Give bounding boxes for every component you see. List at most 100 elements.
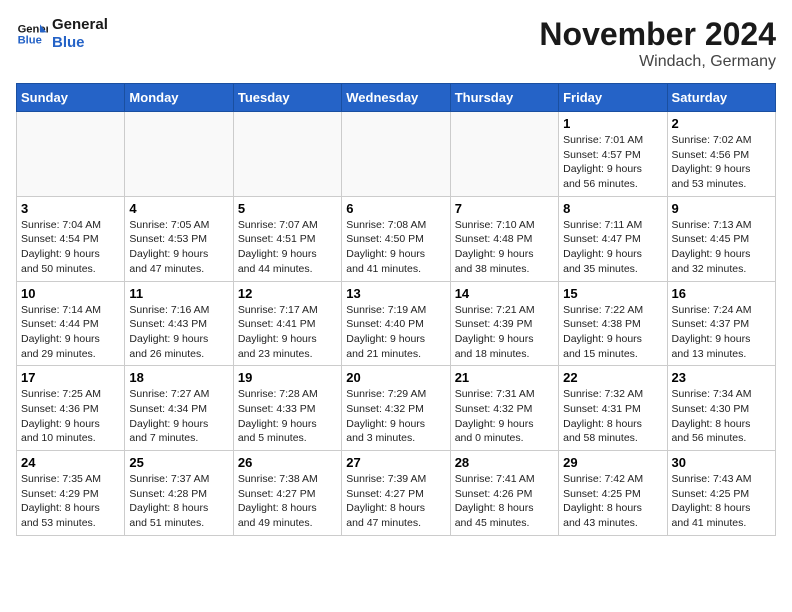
weekday-header-wednesday: Wednesday xyxy=(342,84,450,112)
svg-text:Blue: Blue xyxy=(18,35,42,47)
calendar-week-row: 3 Sunrise: 7:04 AM Sunset: 4:54 PM Daylig… xyxy=(17,196,776,281)
calendar-day-cell: 29Sunrise: 7:42 AM Sunset: 4:25 PM Dayli… xyxy=(559,451,667,536)
weekday-header-monday: Monday xyxy=(125,84,233,112)
day-number: 18 xyxy=(129,370,228,385)
header: General Blue General Blue November 2024 … xyxy=(16,16,776,71)
day-info: Sunrise: 7:05 AM Sunset: 4:53 PM Dayligh… xyxy=(129,218,228,277)
calendar-day-cell: 22Sunrise: 7:32 AM Sunset: 4:31 PM Dayli… xyxy=(559,366,667,451)
calendar-day-cell xyxy=(450,112,558,197)
day-number: 11 xyxy=(129,286,228,301)
calendar-day-cell: 1Sunrise: 7:01 AM Sunset: 4:57 PM Daylig… xyxy=(559,112,667,197)
calendar-day-cell: 14 Sunrise: 7:21 AM Sunset: 4:39 PM Dayli… xyxy=(450,281,558,366)
calendar-day-cell: 20 Sunrise: 7:29 AM Sunset: 4:32 PM Dayli… xyxy=(342,366,450,451)
location: Windach, Germany xyxy=(539,53,776,71)
day-info: Sunrise: 7:37 AM Sunset: 4:28 PM Dayligh… xyxy=(129,472,228,531)
day-number: 28 xyxy=(455,455,554,470)
day-info: Sunrise: 7:17 AM Sunset: 4:41 PM Dayligh… xyxy=(238,303,337,362)
day-number: 14 xyxy=(455,286,554,301)
day-info: Sunrise: 7:43 AM Sunset: 4:25 PM Dayligh… xyxy=(672,472,771,531)
month-title: November 2024 xyxy=(539,16,776,53)
day-info: Sunrise: 7:11 AM Sunset: 4:47 PM Dayligh… xyxy=(563,218,662,277)
day-info: Sunrise: 7:38 AM Sunset: 4:27 PM Dayligh… xyxy=(238,472,337,531)
calendar-day-cell: 6 Sunrise: 7:08 AM Sunset: 4:50 PM Daylig… xyxy=(342,196,450,281)
day-number: 15 xyxy=(563,286,662,301)
calendar-week-row: 10 Sunrise: 7:14 AM Sunset: 4:44 PM Dayli… xyxy=(17,281,776,366)
day-number: 6 xyxy=(346,201,445,216)
day-info: Sunrise: 7:25 AM Sunset: 4:36 PM Dayligh… xyxy=(21,387,120,446)
day-number: 2 xyxy=(672,116,771,131)
day-info: Sunrise: 7:28 AM Sunset: 4:33 PM Dayligh… xyxy=(238,387,337,446)
weekday-header-tuesday: Tuesday xyxy=(233,84,341,112)
day-number: 10 xyxy=(21,286,120,301)
calendar-day-cell: 24Sunrise: 7:35 AM Sunset: 4:29 PM Dayli… xyxy=(17,451,125,536)
weekday-header-row: SundayMondayTuesdayWednesdayThursdayFrid… xyxy=(17,84,776,112)
day-info: Sunrise: 7:34 AM Sunset: 4:30 PM Dayligh… xyxy=(672,387,771,446)
day-info: Sunrise: 7:27 AM Sunset: 4:34 PM Dayligh… xyxy=(129,387,228,446)
day-info: Sunrise: 7:08 AM Sunset: 4:50 PM Dayligh… xyxy=(346,218,445,277)
day-number: 13 xyxy=(346,286,445,301)
calendar-day-cell: 27Sunrise: 7:39 AM Sunset: 4:27 PM Dayli… xyxy=(342,451,450,536)
weekday-header-saturday: Saturday xyxy=(667,84,775,112)
day-info: Sunrise: 7:41 AM Sunset: 4:26 PM Dayligh… xyxy=(455,472,554,531)
calendar-day-cell xyxy=(233,112,341,197)
day-number: 5 xyxy=(238,201,337,216)
day-number: 9 xyxy=(672,201,771,216)
logo-line1: General xyxy=(52,16,108,34)
calendar-week-row: 24Sunrise: 7:35 AM Sunset: 4:29 PM Dayli… xyxy=(17,451,776,536)
day-info: Sunrise: 7:19 AM Sunset: 4:40 PM Dayligh… xyxy=(346,303,445,362)
calendar-day-cell: 25 Sunrise: 7:37 AM Sunset: 4:28 PM Dayli… xyxy=(125,451,233,536)
calendar-day-cell: 5 Sunrise: 7:07 AM Sunset: 4:51 PM Daylig… xyxy=(233,196,341,281)
weekday-header-friday: Friday xyxy=(559,84,667,112)
calendar-day-cell: 11 Sunrise: 7:16 AM Sunset: 4:43 PM Dayli… xyxy=(125,281,233,366)
day-info: Sunrise: 7:42 AM Sunset: 4:25 PM Dayligh… xyxy=(563,472,662,531)
calendar-day-cell: 16Sunrise: 7:24 AM Sunset: 4:37 PM Dayli… xyxy=(667,281,775,366)
day-info: Sunrise: 7:10 AM Sunset: 4:48 PM Dayligh… xyxy=(455,218,554,277)
calendar: SundayMondayTuesdayWednesdayThursdayFrid… xyxy=(16,83,776,536)
day-number: 16 xyxy=(672,286,771,301)
day-info: Sunrise: 7:14 AM Sunset: 4:44 PM Dayligh… xyxy=(21,303,120,362)
calendar-day-cell: 10 Sunrise: 7:14 AM Sunset: 4:44 PM Dayli… xyxy=(17,281,125,366)
day-info: Sunrise: 7:04 AM Sunset: 4:54 PM Dayligh… xyxy=(21,218,120,277)
calendar-day-cell: 30 Sunrise: 7:43 AM Sunset: 4:25 PM Dayli… xyxy=(667,451,775,536)
calendar-day-cell: 8 Sunrise: 7:11 AM Sunset: 4:47 PM Daylig… xyxy=(559,196,667,281)
day-number: 30 xyxy=(672,455,771,470)
calendar-day-cell: 26Sunrise: 7:38 AM Sunset: 4:27 PM Dayli… xyxy=(233,451,341,536)
day-info: Sunrise: 7:13 AM Sunset: 4:45 PM Dayligh… xyxy=(672,218,771,277)
day-info: Sunrise: 7:29 AM Sunset: 4:32 PM Dayligh… xyxy=(346,387,445,446)
day-number: 19 xyxy=(238,370,337,385)
day-info: Sunrise: 7:22 AM Sunset: 4:38 PM Dayligh… xyxy=(563,303,662,362)
day-info: Sunrise: 7:02 AM Sunset: 4:56 PM Dayligh… xyxy=(672,133,771,192)
day-info: Sunrise: 7:39 AM Sunset: 4:27 PM Dayligh… xyxy=(346,472,445,531)
calendar-day-cell: 18 Sunrise: 7:27 AM Sunset: 4:34 PM Dayli… xyxy=(125,366,233,451)
day-info: Sunrise: 7:35 AM Sunset: 4:29 PM Dayligh… xyxy=(21,472,120,531)
day-number: 23 xyxy=(672,370,771,385)
logo-icon: General Blue xyxy=(16,18,48,50)
calendar-week-row: 1Sunrise: 7:01 AM Sunset: 4:57 PM Daylig… xyxy=(17,112,776,197)
calendar-day-cell xyxy=(125,112,233,197)
day-number: 20 xyxy=(346,370,445,385)
day-info: Sunrise: 7:21 AM Sunset: 4:39 PM Dayligh… xyxy=(455,303,554,362)
calendar-day-cell: 19 Sunrise: 7:28 AM Sunset: 4:33 PM Dayli… xyxy=(233,366,341,451)
day-number: 17 xyxy=(21,370,120,385)
weekday-header-sunday: Sunday xyxy=(17,84,125,112)
calendar-day-cell: 17 Sunrise: 7:25 AM Sunset: 4:36 PM Dayli… xyxy=(17,366,125,451)
calendar-day-cell: 23 Sunrise: 7:34 AM Sunset: 4:30 PM Dayli… xyxy=(667,366,775,451)
day-info: Sunrise: 7:32 AM Sunset: 4:31 PM Dayligh… xyxy=(563,387,662,446)
day-number: 12 xyxy=(238,286,337,301)
day-number: 7 xyxy=(455,201,554,216)
title-area: November 2024 Windach, Germany xyxy=(539,16,776,71)
day-number: 8 xyxy=(563,201,662,216)
logo-line2: Blue xyxy=(52,34,108,52)
day-info: Sunrise: 7:07 AM Sunset: 4:51 PM Dayligh… xyxy=(238,218,337,277)
calendar-day-cell xyxy=(17,112,125,197)
day-info: Sunrise: 7:31 AM Sunset: 4:32 PM Dayligh… xyxy=(455,387,554,446)
day-info: Sunrise: 7:01 AM Sunset: 4:57 PM Dayligh… xyxy=(563,133,662,192)
logo: General Blue General Blue xyxy=(16,16,108,52)
day-number: 25 xyxy=(129,455,228,470)
calendar-week-row: 17 Sunrise: 7:25 AM Sunset: 4:36 PM Dayli… xyxy=(17,366,776,451)
calendar-day-cell: 12 Sunrise: 7:17 AM Sunset: 4:41 PM Dayli… xyxy=(233,281,341,366)
calendar-day-cell: 28 Sunrise: 7:41 AM Sunset: 4:26 PM Dayli… xyxy=(450,451,558,536)
day-number: 4 xyxy=(129,201,228,216)
day-info: Sunrise: 7:16 AM Sunset: 4:43 PM Dayligh… xyxy=(129,303,228,362)
day-number: 3 xyxy=(21,201,120,216)
